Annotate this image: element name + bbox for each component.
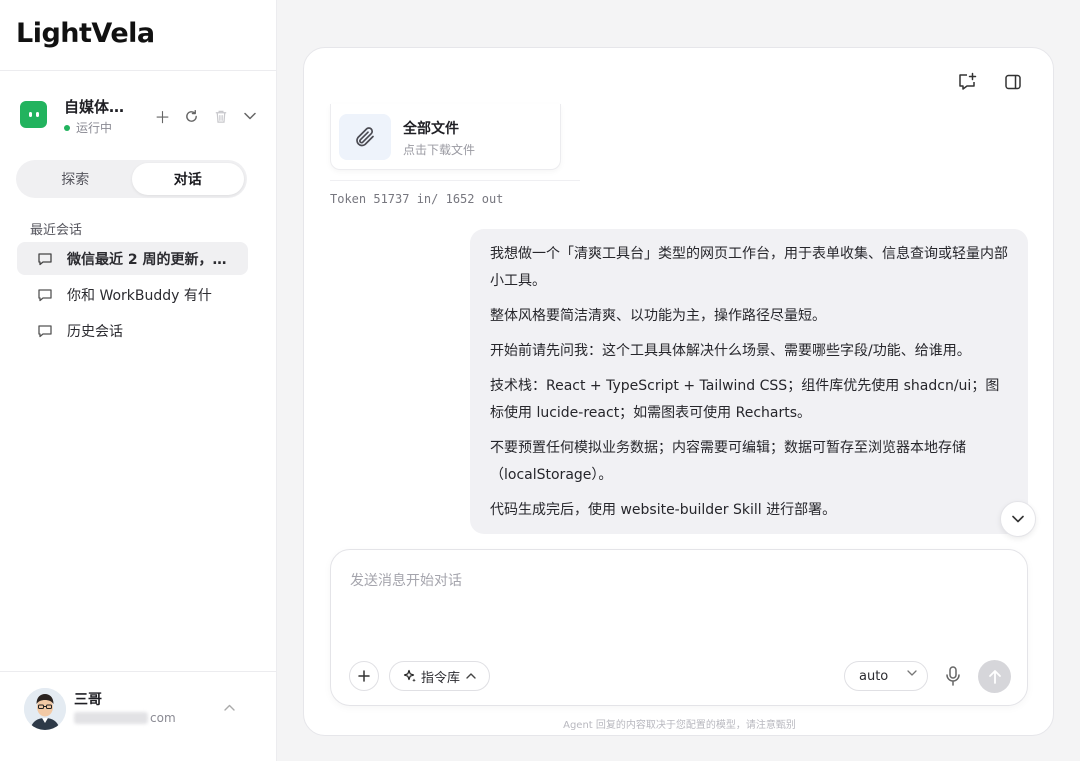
message-paragraph: 代码生成完后，使用 website-builder Skill 进行部署。 [490, 502, 837, 518]
divider [0, 70, 277, 71]
user-message-bubble: 我想做一个「清爽工具台」类型的网页工作台，用于表单收集、信息查询或轻量内部小工具… [470, 229, 1028, 534]
conversation-title: 历史会话 [67, 323, 123, 340]
conversation-title: 你和 WorkBuddy 有什 [67, 287, 212, 304]
prompt-library-button[interactable]: 指令库 [389, 661, 490, 691]
divider [0, 671, 277, 672]
avatar [24, 688, 66, 730]
chat-bubble-icon [38, 252, 52, 265]
chevron-up-icon[interactable] [224, 700, 235, 714]
file-card-subtitle: 点击下载文件 [403, 143, 476, 157]
model-select[interactable]: auto [844, 661, 928, 691]
refresh-icon[interactable] [177, 106, 206, 126]
chat-bubble-icon [38, 324, 52, 337]
sparkle-icon [403, 669, 416, 683]
user-email: com [74, 711, 176, 725]
divider [330, 180, 580, 181]
agent-name: 自媒体… [64, 98, 125, 116]
file-card-title: 全部文件 [403, 121, 459, 137]
file-download-card[interactable]: 全部文件 点击下载文件 [330, 104, 561, 170]
agent-selector[interactable]: 自媒体… 运行中 ＋ [20, 96, 260, 136]
email-suffix: com [150, 711, 176, 725]
conversation-item[interactable]: 你和 WorkBuddy 有什 [17, 278, 248, 311]
recent-label: 最近会话 [30, 223, 83, 238]
chevron-up-icon [466, 673, 476, 679]
scroll-down-button[interactable] [1000, 501, 1036, 537]
message-input[interactable]: 发送消息开始对话 [350, 570, 462, 590]
mode-switch: 探索 对话 [16, 160, 247, 198]
conversation-item[interactable]: 微信最近 2 周的更新，… [17, 242, 248, 275]
prompt-library-label: 指令库 [420, 670, 460, 686]
user-profile[interactable]: 三哥 com [24, 688, 254, 730]
model-value: auto [859, 668, 889, 684]
sidebar: LightVela 自媒体… 运行中 ＋ 探索 对话 最近会话 微信最近 2 周… [0, 0, 277, 761]
new-chat-icon[interactable] [957, 72, 977, 92]
agent-status-text: 运行中 [76, 121, 113, 135]
token-usage: Token 51737 in/ 1652 out [330, 192, 504, 206]
agent-status: 运行中 [64, 119, 112, 136]
message-paragraph: 整体风格要简洁清爽、以功能为主，操作路径尽量短。 [490, 308, 826, 324]
message-paragraph: 不要预置任何模拟业务数据；内容需要可编辑；数据可暂存至浏览器本地存储（local… [490, 440, 966, 483]
agent-avatar [20, 101, 47, 128]
message-composer[interactable]: 发送消息开始对话 指令库 auto [330, 549, 1028, 706]
chevron-down-icon [1012, 515, 1024, 523]
plus-icon[interactable]: ＋ [148, 106, 177, 127]
message-paragraph: 我想做一个「清爽工具台」类型的网页工作台，用于表单收集、信息查询或轻量内部小工具… [490, 246, 1008, 289]
trash-icon[interactable] [206, 106, 235, 126]
user-name: 三哥 [74, 692, 102, 708]
chat-bubble-icon [38, 288, 52, 301]
status-dot [64, 124, 70, 131]
conversation-item[interactable]: 历史会话 [17, 314, 248, 347]
send-button[interactable] [978, 660, 1011, 693]
chat-panel: 全部文件 点击下载文件 Token 51737 in/ 1652 out 我想做… [303, 47, 1054, 736]
disclaimer: Agent 回复的内容取决于您配置的模型，请注意甄别 [563, 720, 796, 731]
chevron-down-icon[interactable] [235, 106, 264, 126]
arrow-up-icon [988, 669, 1001, 684]
message-paragraph: 开始前请先问我：这个工具具体解决什么场景、需要哪些字段/功能、给谁用。 [490, 343, 971, 359]
paperclip-icon [339, 114, 391, 160]
tab-explore[interactable]: 探索 [19, 163, 132, 195]
conversation-title: 微信最近 2 周的更新，… [67, 251, 227, 268]
plus-icon [358, 670, 370, 682]
tab-chat[interactable]: 对话 [131, 163, 244, 195]
attach-button[interactable] [349, 661, 379, 691]
sidebar-toggle-icon[interactable] [1003, 72, 1023, 92]
app-logo[interactable]: LightVela [16, 18, 155, 49]
email-redacted [74, 712, 148, 724]
message-paragraph: 技术栈：React + TypeScript + Tailwind CSS；组件… [490, 378, 1000, 421]
microphone-icon[interactable] [943, 665, 963, 687]
chevron-down-icon [907, 670, 917, 676]
